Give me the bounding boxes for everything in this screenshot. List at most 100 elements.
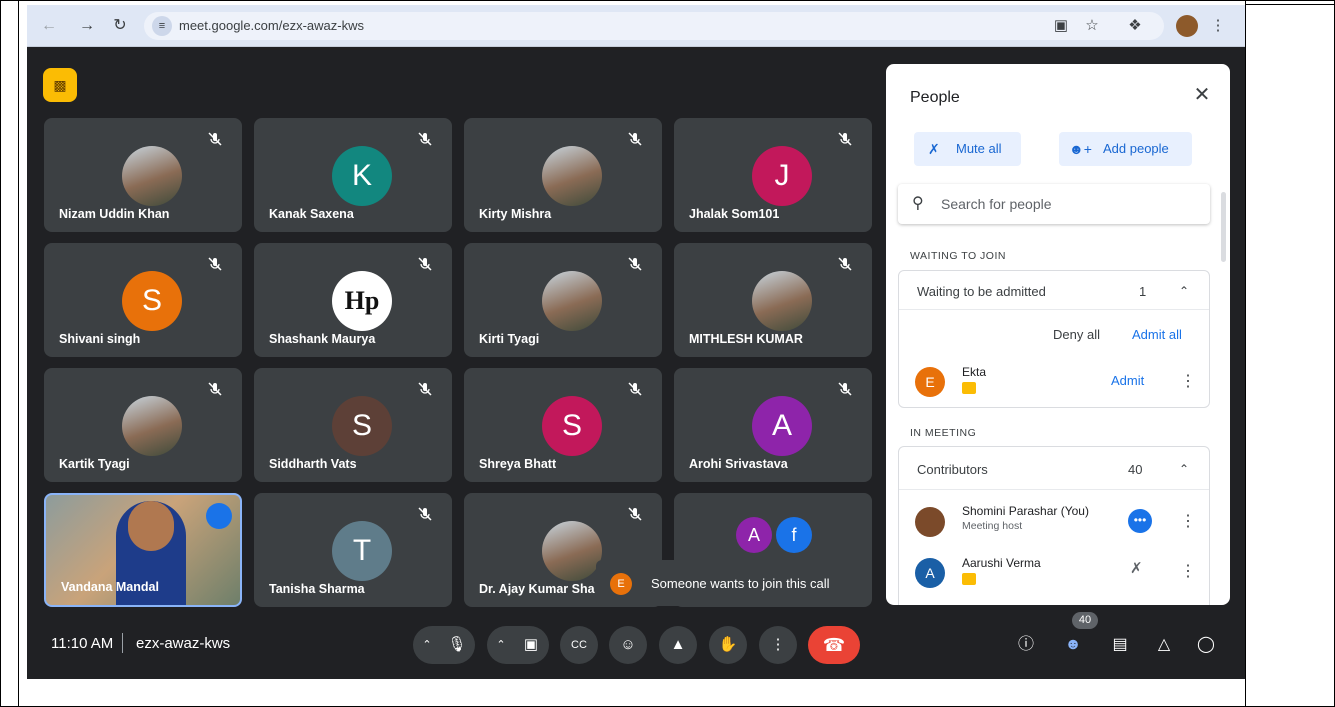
people-panel: People ✕ ✗ Mute all ☻+ Add people ⚲ Sear… xyxy=(886,64,1230,605)
mic-options-chevron-icon[interactable]: ⌃ xyxy=(413,626,441,664)
mic-off-icon[interactable]: ✗ xyxy=(1130,559,1143,577)
activities-icon[interactable]: △ xyxy=(1152,633,1176,657)
participant-tile[interactable]: Nizam Uddin Khan xyxy=(44,118,242,232)
more-options-icon[interactable]: ⋮ xyxy=(1180,371,1196,391)
participant-avatar: S xyxy=(332,396,392,456)
bookmark-star-icon[interactable]: ☆ xyxy=(1081,15,1103,37)
deny-all-button[interactable]: Deny all xyxy=(1053,327,1100,342)
frame-divider xyxy=(1245,0,1246,707)
more-options-icon[interactable]: ⋮ xyxy=(1180,561,1196,581)
emoji-icon[interactable]: ☺ xyxy=(609,626,647,664)
mic-off-icon xyxy=(206,255,224,273)
reload-icon[interactable]: ↻ xyxy=(110,16,130,36)
admit-all-button[interactable]: Admit all xyxy=(1132,327,1182,342)
participant-tile[interactable]: Hp Shashank Maurya xyxy=(254,243,452,357)
participant-tile[interactable]: MITHLESH KUMAR xyxy=(674,243,872,357)
participant-avatar: J xyxy=(752,146,812,206)
participant-photo xyxy=(542,146,602,206)
host-controls-lock-icon[interactable]: ◯ xyxy=(1194,633,1218,657)
participant-tile[interactable]: Kirti Tyagi xyxy=(464,243,662,357)
collapse-chevron-icon[interactable]: ⌃ xyxy=(1179,284,1189,298)
mic-off-icon xyxy=(416,255,434,273)
participant-name: Arohi Srivastava xyxy=(689,457,788,471)
mic-off-icon xyxy=(416,505,434,523)
waiting-label: Waiting to be admitted xyxy=(917,284,1046,299)
participant-tile[interactable]: Kirty Mishra xyxy=(464,118,662,232)
divider xyxy=(899,489,1209,490)
contributors-count: 40 xyxy=(1128,462,1143,477)
mic-icon[interactable]: 🎙 xyxy=(439,626,475,664)
mic-off-icon: ✗ xyxy=(928,141,940,157)
participant-photo xyxy=(542,521,602,581)
frame-divider xyxy=(18,0,19,707)
address-bar[interactable]: ≡ meet.google.com/ezx-awaz-kws xyxy=(144,12,1164,40)
mic-off-icon xyxy=(836,255,854,273)
participant-tile[interactable]: S Siddharth Vats xyxy=(254,368,452,482)
participant-name: MITHLESH KUMAR xyxy=(689,332,803,346)
browser-menu-icon[interactable]: ⋮ xyxy=(1207,15,1229,37)
camera-indicator-icon[interactable]: ▣ xyxy=(1050,15,1072,37)
participant-name: Shivani singh xyxy=(59,332,141,346)
contributors-list: Contributors 40 ⌃ Shomini Parashar (You)… xyxy=(898,446,1210,605)
audio-level-icon xyxy=(206,503,232,529)
participant-name: Shreya Bhatt xyxy=(479,457,557,471)
participant-tile[interactable]: A Arohi Srivastava xyxy=(674,368,872,482)
mic-off-icon xyxy=(626,505,644,523)
site-info-icon[interactable]: ≡ xyxy=(152,16,172,36)
url-text: meet.google.com/ezx-awaz-kws xyxy=(179,18,364,33)
collapse-chevron-icon[interactable]: ⌃ xyxy=(1179,462,1189,476)
mic-off-icon xyxy=(206,380,224,398)
participant-tile[interactable]: S Shreya Bhatt xyxy=(464,368,662,482)
participant-tile[interactable]: T Tanisha Sharma xyxy=(254,493,452,607)
more-options-icon[interactable]: ⋮ xyxy=(759,626,797,664)
panel-title: People xyxy=(910,89,960,106)
participant-role: Meeting host xyxy=(962,520,1023,532)
participant-avatar: Hp xyxy=(332,271,392,331)
camera-options-chevron-icon[interactable]: ⌃ xyxy=(487,626,515,664)
close-icon[interactable]: ✕ xyxy=(1189,82,1215,108)
scrollbar[interactable] xyxy=(1221,192,1226,262)
participant-photo xyxy=(542,271,602,331)
raise-hand-icon[interactable]: ✋ xyxy=(709,626,747,664)
participant-name: Kirty Mishra xyxy=(479,207,552,221)
people-icon[interactable]: ☻ xyxy=(1061,633,1085,657)
participant-tile[interactable]: J Jhalak Som101 xyxy=(674,118,872,232)
participant-name: Jhalak Som101 xyxy=(689,207,780,221)
mute-all-button[interactable]: ✗ Mute all xyxy=(914,132,1021,166)
more-options-icon[interactable]: ⋮ xyxy=(1180,511,1196,531)
participant-name: Nizam Uddin Khan xyxy=(59,207,170,221)
participant-name: Shashank Maurya xyxy=(269,332,376,346)
present-icon[interactable]: ▲ xyxy=(659,626,697,664)
meeting-info-icon[interactable]: ⓘ xyxy=(1014,633,1038,657)
admit-button[interactable]: Admit xyxy=(1111,373,1144,388)
captions-icon[interactable]: CC xyxy=(560,626,598,664)
participant-tile[interactable]: S Shivani singh xyxy=(44,243,242,357)
participant-avatar: K xyxy=(332,146,392,206)
join-request-toast[interactable]: E Someone wants to join this call xyxy=(596,560,864,606)
guest-badge-icon xyxy=(962,573,976,585)
chat-icon[interactable]: ▤ xyxy=(1108,633,1132,657)
participant-tile[interactable]: K Kanak Saxena xyxy=(254,118,452,232)
participant-avatar: A xyxy=(915,558,945,588)
leave-call-button[interactable]: ☎ xyxy=(808,626,860,664)
add-people-button[interactable]: ☻+ Add people xyxy=(1059,132,1192,166)
participant-avatar xyxy=(915,507,945,537)
meet-activity-icon[interactable]: ▩ xyxy=(43,68,77,102)
participant-name: Kirti Tyagi xyxy=(479,332,540,346)
participant-photo xyxy=(122,146,182,206)
add-person-icon: ☻+ xyxy=(1069,141,1092,157)
forward-icon[interactable]: → xyxy=(77,16,97,36)
camera-icon[interactable]: ▣ xyxy=(513,626,549,664)
mic-off-icon xyxy=(626,380,644,398)
meeting-code: ezx-awaz-kws xyxy=(136,635,231,652)
mute-all-label: Mute all xyxy=(956,141,1002,156)
mic-off-icon xyxy=(416,380,434,398)
profile-avatar[interactable] xyxy=(1176,15,1198,37)
participant-tile[interactable]: Vandana Mandal xyxy=(44,493,242,607)
search-input[interactable]: ⚲ Search for people xyxy=(898,184,1210,224)
participant-tile[interactable]: Kartik Tyagi xyxy=(44,368,242,482)
extensions-icon[interactable]: ❖ xyxy=(1124,15,1146,37)
group-avatar: A xyxy=(736,517,772,553)
contributors-label: Contributors xyxy=(917,462,988,477)
back-icon[interactable]: ← xyxy=(39,16,59,36)
